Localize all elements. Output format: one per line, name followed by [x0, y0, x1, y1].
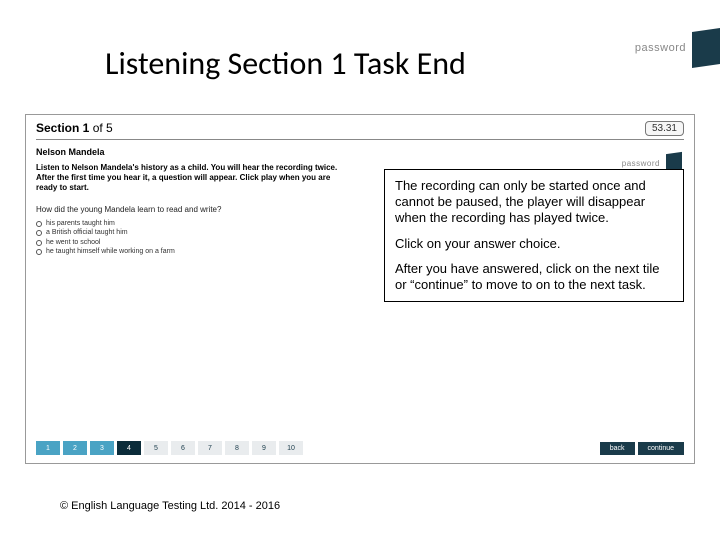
tile-4[interactable]: 4 [117, 441, 141, 455]
brand-logo: password [635, 30, 720, 66]
continue-button[interactable]: continue [638, 442, 684, 455]
timer-display: 53.31 [645, 121, 684, 136]
choice-row[interactable]: a British official taught him [36, 228, 175, 237]
section-total: of 5 [89, 121, 112, 135]
task-subtitle: Nelson Mandela [36, 147, 105, 157]
copyright-text: © English Language Testing Ltd. 2014 - 2… [60, 500, 280, 512]
test-panel: Section 1 of 5 53.31 Nelson Mandela List… [25, 114, 695, 464]
choice-row[interactable]: his parents taught him [36, 219, 175, 228]
tile-2[interactable]: 2 [63, 441, 87, 455]
tile-7[interactable]: 7 [198, 441, 222, 455]
progress-tiles: 1 2 3 4 5 6 7 8 9 10 [36, 441, 303, 455]
tile-9[interactable]: 9 [252, 441, 276, 455]
choice-label: he taught himself while working on a far… [46, 247, 175, 256]
callout-p1: The recording can only be started once a… [395, 178, 673, 226]
choice-label: his parents taught him [46, 219, 115, 228]
callout-p3: After you have answered, click on the ne… [395, 261, 673, 293]
radio-icon[interactable] [36, 230, 42, 236]
tile-8[interactable]: 8 [225, 441, 249, 455]
tile-10[interactable]: 10 [279, 441, 303, 455]
back-button[interactable]: back [600, 442, 635, 455]
tile-1[interactable]: 1 [36, 441, 60, 455]
task-instructions: Listen to Nelson Mandela's history as a … [36, 163, 346, 193]
radio-icon[interactable] [36, 221, 42, 227]
section-number: Section 1 [36, 121, 89, 135]
brand-logo-text: password [635, 42, 686, 54]
radio-icon[interactable] [36, 249, 42, 255]
tile-5[interactable]: 5 [144, 441, 168, 455]
answer-choices: his parents taught him a British officia… [36, 219, 175, 257]
choice-label: a British official taught him [46, 228, 128, 237]
choice-label: he went to school [46, 238, 100, 247]
choice-row[interactable]: he went to school [36, 238, 175, 247]
instruction-line-1: Listen to Nelson Mandela's history as a … [36, 163, 346, 173]
divider-line [36, 139, 684, 140]
tile-3[interactable]: 3 [90, 441, 114, 455]
choice-row[interactable]: he taught himself while working on a far… [36, 247, 175, 256]
instruction-callout: The recording can only be started once a… [384, 169, 684, 302]
slide-title: Listening Section 1 Task End [105, 44, 466, 83]
nav-buttons: back continue [600, 442, 684, 455]
callout-p2: Click on your answer choice. [395, 236, 673, 252]
panel-brand-text: password [622, 159, 660, 168]
tile-6[interactable]: 6 [171, 441, 195, 455]
instruction-line-2: After the first time you hear it, a ques… [36, 173, 346, 193]
brand-logo-icon [692, 28, 720, 68]
radio-icon[interactable] [36, 240, 42, 246]
question-text: How did the young Mandela learn to read … [36, 205, 221, 214]
section-header: Section 1 of 5 [26, 115, 694, 137]
